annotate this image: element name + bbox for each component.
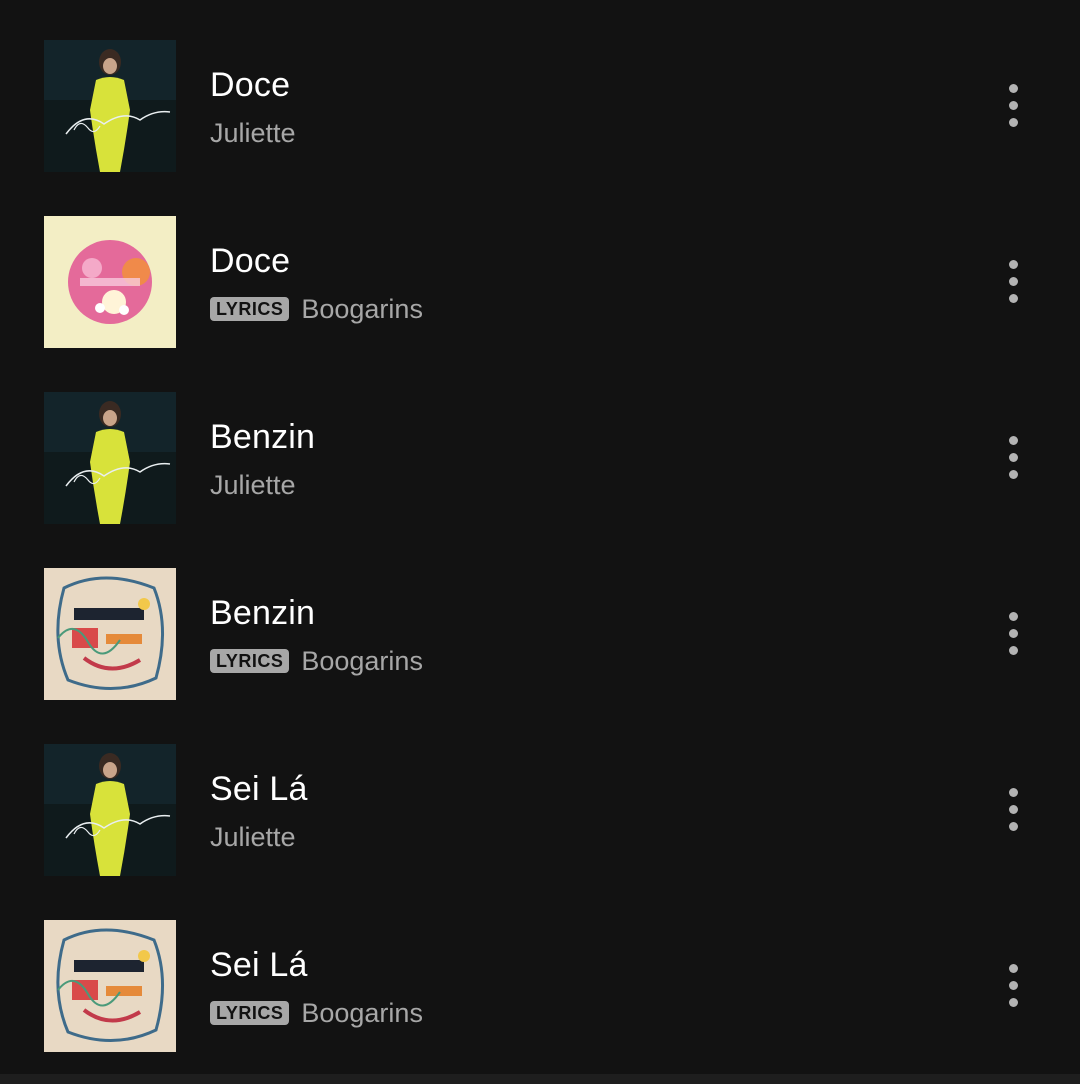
album-cover-juliette <box>44 40 176 172</box>
more-vertical-icon[interactable] <box>996 78 1032 134</box>
track-artist: Boogarins <box>301 293 423 324</box>
album-cover-boogarins-painting <box>44 920 176 1052</box>
track-row[interactable]: Doce LYRICS Boogarins <box>0 176 1080 352</box>
track-subline: LYRICS Boogarins <box>210 644 423 678</box>
track-subline: LYRICS Boogarins <box>210 292 423 326</box>
lyrics-badge: LYRICS <box>210 649 290 673</box>
track-title: Benzin <box>210 594 316 632</box>
track-artist: Juliette <box>210 469 296 500</box>
track-title: Sei Lá <box>210 770 308 808</box>
album-cover-juliette <box>44 392 176 524</box>
track-artist: Boogarins <box>301 645 423 676</box>
track-subline: Juliette <box>210 116 296 150</box>
track-title: Doce <box>210 66 291 104</box>
track-subline: Juliette <box>210 820 296 854</box>
track-subline: Juliette <box>210 468 296 502</box>
more-vertical-icon[interactable] <box>996 782 1032 838</box>
track-row[interactable]: Benzin Juliette <box>0 352 1080 528</box>
track-row[interactable]: Sei Lá LYRICS Boogarins <box>0 880 1080 1056</box>
album-cover-boogarins-doce <box>44 216 176 348</box>
track-subline: LYRICS Boogarins <box>210 996 423 1030</box>
track-title: Sei Lá <box>210 946 308 984</box>
more-vertical-icon[interactable] <box>996 606 1032 662</box>
more-vertical-icon[interactable] <box>996 430 1032 486</box>
track-title: Benzin <box>210 418 316 456</box>
album-cover-boogarins-painting <box>44 568 176 700</box>
track-row[interactable]: Doce Juliette <box>0 0 1080 176</box>
track-artist: Boogarins <box>301 997 423 1028</box>
lyrics-badge: LYRICS <box>210 1001 290 1025</box>
track-row[interactable]: Benzin LYRICS Boogarins <box>0 528 1080 704</box>
lyrics-badge: LYRICS <box>210 297 290 321</box>
track-row[interactable]: Sei Lá Juliette <box>0 704 1080 880</box>
track-artist: Juliette <box>210 117 296 148</box>
track-title: Doce <box>210 242 291 280</box>
more-vertical-icon[interactable] <box>996 254 1032 310</box>
album-cover-juliette <box>44 744 176 876</box>
track-artist: Juliette <box>210 821 296 852</box>
more-vertical-icon[interactable] <box>996 958 1032 1014</box>
bottom-bar <box>0 1074 1080 1084</box>
